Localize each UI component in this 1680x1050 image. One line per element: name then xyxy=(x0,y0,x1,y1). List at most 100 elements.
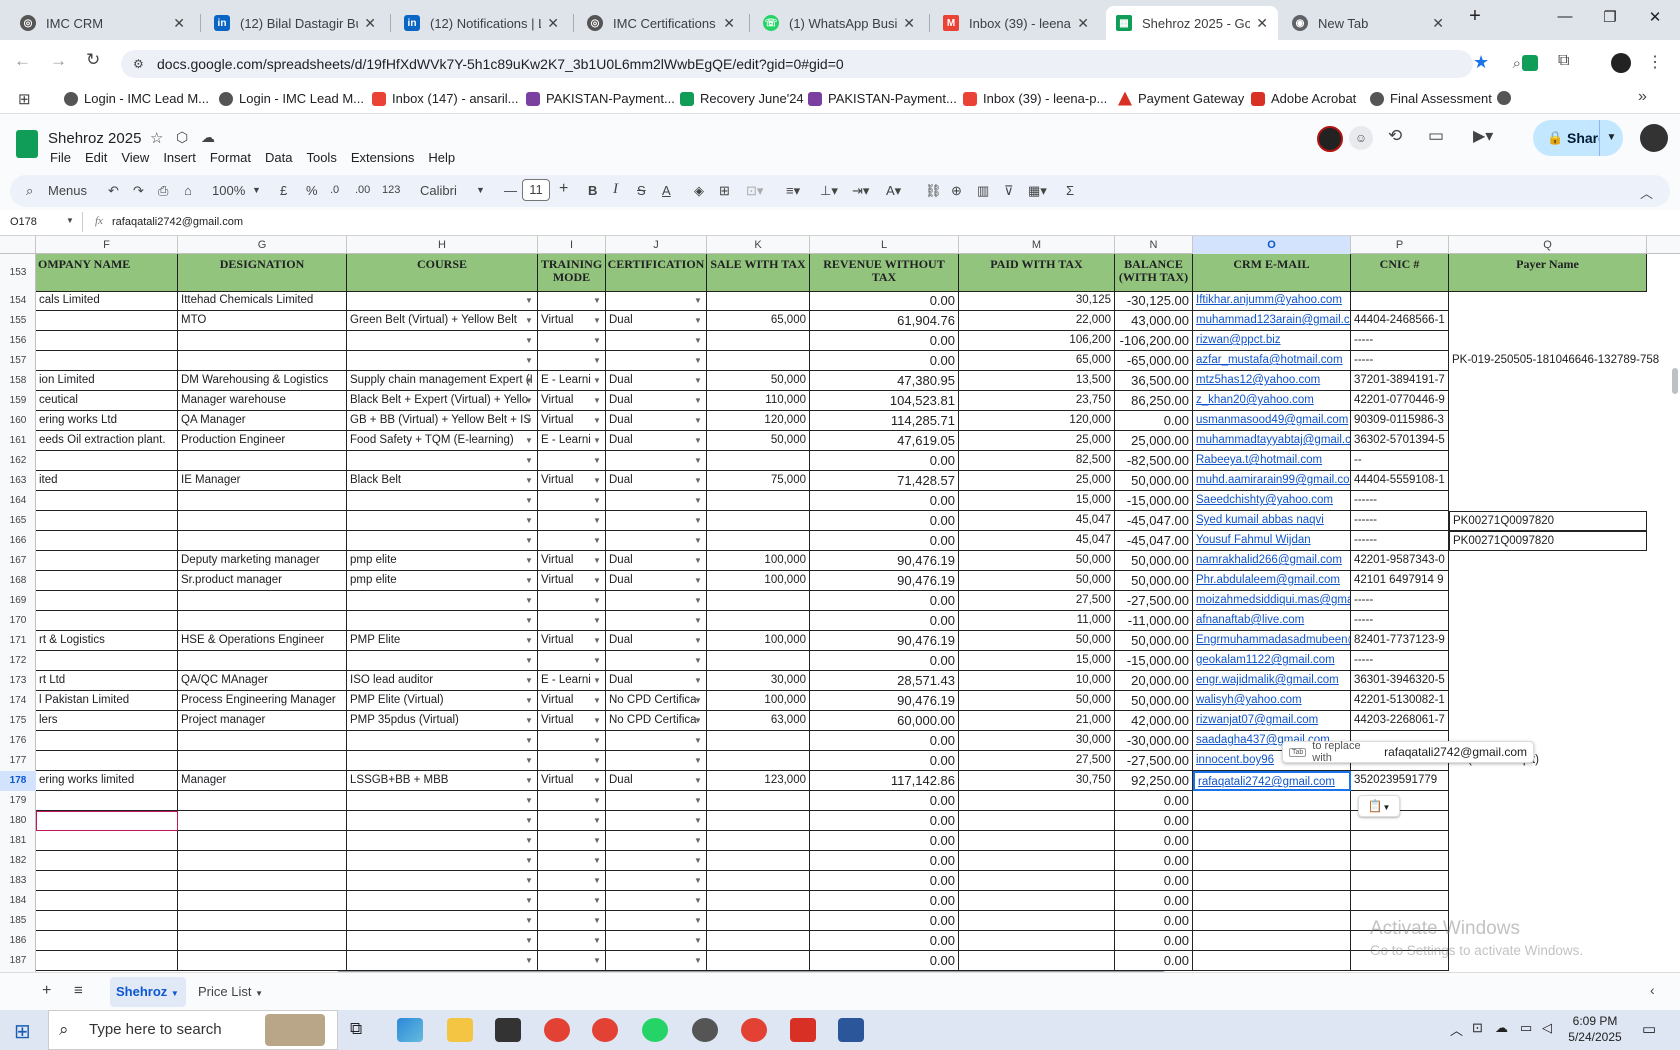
cell-h[interactable] xyxy=(347,791,538,811)
cell-bal[interactable]: 0.00 xyxy=(1115,871,1193,891)
cell-f[interactable]: lers xyxy=(36,711,178,731)
bookmark-item[interactable]: Inbox (39) - leena-p... xyxy=(963,91,1107,106)
dropdown-chevron-icon[interactable]: ▼ xyxy=(694,816,702,825)
extensions-puzzle-icon[interactable]: ⧉ xyxy=(1558,52,1569,70)
cell-bal[interactable]: 43,000.00 xyxy=(1115,311,1193,331)
cell-bal[interactable]: 0.00 xyxy=(1115,931,1193,951)
row-number[interactable]: 158 xyxy=(0,371,36,391)
collaborator-avatar[interactable]: ☺ xyxy=(1349,126,1373,150)
dropdown-chevron-icon[interactable]: ▼ xyxy=(525,796,533,805)
cell-p[interactable] xyxy=(1351,831,1449,851)
cell-o[interactable] xyxy=(1193,811,1351,831)
sheets-logo-icon[interactable] xyxy=(16,130,38,158)
cell-g[interactable]: Sr.product manager xyxy=(178,571,347,591)
dropdown-chevron-icon[interactable]: ▼ xyxy=(694,336,702,345)
cell-f[interactable]: ering works Ltd xyxy=(36,411,178,431)
dropdown-chevron-icon[interactable]: ▼ xyxy=(593,616,601,625)
cell-q[interactable] xyxy=(1449,771,1647,791)
cell-l[interactable]: 0.00 xyxy=(810,511,959,531)
cell-q[interactable] xyxy=(1449,291,1647,311)
cell-k[interactable] xyxy=(707,331,810,351)
menu-edit[interactable]: Edit xyxy=(85,150,107,165)
notifications-icon[interactable]: ▭ xyxy=(1642,1020,1656,1038)
dropdown-chevron-icon[interactable]: ▼ xyxy=(694,556,702,565)
dropdown-chevron-icon[interactable]: ▼ xyxy=(525,696,533,705)
dropdown-chevron-icon[interactable]: ▼ xyxy=(525,636,533,645)
cell-f[interactable] xyxy=(36,311,178,331)
dropdown-chevron-icon[interactable]: ▼ xyxy=(593,756,601,765)
cell-p[interactable]: ----- xyxy=(1351,611,1449,631)
cell-g[interactable]: Manager warehouse xyxy=(178,391,347,411)
cell-o[interactable]: Syed kumail abbas naqvi xyxy=(1193,511,1351,531)
cell-f[interactable]: rt Ltd xyxy=(36,671,178,691)
dropdown-chevron-icon[interactable]: ▼ xyxy=(694,696,702,705)
cell-g[interactable] xyxy=(178,331,347,351)
cell-o[interactable]: Phr.abdulaleem@gmail.com xyxy=(1193,571,1351,591)
cell-q[interactable] xyxy=(1449,871,1647,891)
dropdown-chevron-icon[interactable]: ▼ xyxy=(593,936,601,945)
cell-p[interactable]: 90309-0115986-3 xyxy=(1351,411,1449,431)
dropdown-chevron-icon[interactable]: ▼ xyxy=(525,436,533,445)
cell-f[interactable] xyxy=(36,331,178,351)
dropdown-chevron-icon[interactable]: ▼ xyxy=(694,616,702,625)
vertical-align-icon[interactable]: ⊥▾ xyxy=(820,183,838,199)
row-number[interactable]: 172 xyxy=(0,651,36,671)
cell-j[interactable] xyxy=(606,731,707,751)
copilot-icon[interactable] xyxy=(397,1018,423,1042)
dropdown-chevron-icon[interactable]: ▼ xyxy=(593,576,601,585)
cell-k[interactable] xyxy=(707,831,810,851)
text-color-icon[interactable]: A xyxy=(662,183,671,198)
dropdown-chevron-icon[interactable]: ▼ xyxy=(694,776,702,785)
cell-g[interactable] xyxy=(178,351,347,371)
cell-q[interactable] xyxy=(1449,791,1647,811)
cell-l[interactable]: 0.00 xyxy=(810,911,959,931)
cell-f[interactable] xyxy=(36,931,178,951)
row-number[interactable]: 175 xyxy=(0,711,36,731)
cell-h[interactable]: Black Belt + Expert (Virtual) + Yello xyxy=(347,391,538,411)
menu-format[interactable]: Format xyxy=(210,150,251,165)
dropdown-chevron-icon[interactable]: ▼ xyxy=(593,336,601,345)
dropdown-chevron-icon[interactable]: ▼ xyxy=(593,396,601,405)
cell-bal[interactable]: 42,000.00 xyxy=(1115,711,1193,731)
cell-l[interactable]: 0.00 xyxy=(810,491,959,511)
cell-g[interactable] xyxy=(178,611,347,631)
dropdown-chevron-icon[interactable]: ▼ xyxy=(694,296,702,305)
cell-j[interactable] xyxy=(606,651,707,671)
header-cell[interactable]: CNIC # xyxy=(1351,254,1449,292)
cell-h[interactable]: PMP 35pdus (Virtual) xyxy=(347,711,538,731)
cell-m[interactable]: 23,750 xyxy=(959,391,1115,411)
cell-j[interactable] xyxy=(606,491,707,511)
dropdown-chevron-icon[interactable]: ▼ xyxy=(694,796,702,805)
dropdown-chevron-icon[interactable]: ▼ xyxy=(694,536,702,545)
dropdown-chevron-icon[interactable]: ▼ xyxy=(593,856,601,865)
dropdown-chevron-icon[interactable]: ▼ xyxy=(593,636,601,645)
decrease-font-size-icon[interactable]: — xyxy=(504,183,517,198)
cell-bal[interactable]: 0.00 xyxy=(1115,831,1193,851)
strikethrough-icon[interactable]: S xyxy=(637,183,646,198)
cell-j[interactable]: Dual xyxy=(606,571,707,591)
cell-q[interactable] xyxy=(1449,831,1647,851)
cell-l[interactable]: 90,476.19 xyxy=(810,551,959,571)
cell-p[interactable] xyxy=(1351,291,1449,311)
cell-g[interactable]: Manager xyxy=(178,771,347,791)
cell-q[interactable] xyxy=(1449,371,1647,391)
dropdown-chevron-icon[interactable]: ▼ xyxy=(593,536,601,545)
dropdown-chevron-icon[interactable]: ▼ xyxy=(593,736,601,745)
cell-f[interactable] xyxy=(36,651,178,671)
chrome-menu-icon[interactable]: ⋮ xyxy=(1647,52,1663,72)
dropdown-chevron-icon[interactable]: ▼ xyxy=(525,876,533,885)
cell-bal[interactable]: -11,000.00 xyxy=(1115,611,1193,631)
row-number[interactable]: 179 xyxy=(0,791,36,811)
cell-p[interactable]: 36302-5701394-5 xyxy=(1351,431,1449,451)
cell-l[interactable]: 114,285.71 xyxy=(810,411,959,431)
select-all-corner[interactable] xyxy=(0,236,36,254)
browser-tab[interactable]: ☏(1) WhatsApp Busine✕ xyxy=(753,6,925,40)
row-number[interactable]: 183 xyxy=(0,871,36,891)
cell-m[interactable]: 45,047 xyxy=(959,511,1115,531)
dropdown-chevron-icon[interactable]: ▼ xyxy=(694,676,702,685)
insert-chart-icon[interactable]: ▥ xyxy=(977,183,989,199)
cell-o[interactable] xyxy=(1193,911,1351,931)
cell-q[interactable] xyxy=(1449,611,1647,631)
menu-data[interactable]: Data xyxy=(265,150,292,165)
bookmark-item[interactable]: Adobe Acrobat xyxy=(1251,91,1356,106)
